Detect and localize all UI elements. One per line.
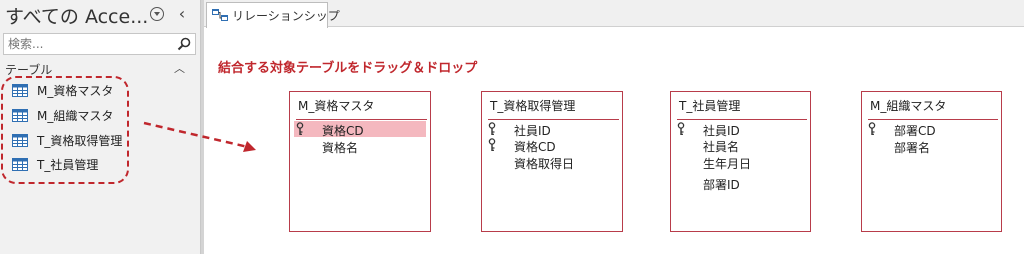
table-box-divider — [868, 119, 998, 120]
relationships-icon — [212, 9, 228, 21]
table-field-department-id[interactable]: 部署ID — [675, 175, 806, 192]
table-field-name: 社員名 — [703, 140, 740, 154]
table-field-name: 部署名 — [894, 141, 931, 155]
annotation-dashed-highlight — [1, 76, 129, 184]
table-box-divider — [488, 119, 619, 120]
key-icon — [488, 138, 496, 151]
tab-relationships[interactable]: リレーションシップ — [206, 2, 340, 28]
table-field-acquisition-date[interactable]: 資格取得日 — [486, 154, 618, 171]
search-box[interactable] — [3, 33, 196, 55]
table-field-birth-date[interactable]: 生年月日 — [675, 154, 806, 171]
tab-label: リレーションシップ — [232, 9, 340, 23]
table-field-name: 生年月日 — [703, 157, 752, 171]
table-field-qualification-name[interactable]: 資格名 — [294, 138, 426, 155]
drag-arrow-annotation — [143, 121, 256, 152]
table-box-m-organization-master[interactable]: M_組織マスタ 部署CD 部署名 — [861, 91, 1002, 232]
table-field-employee-id[interactable]: 社員ID — [486, 121, 618, 138]
document-tab-strip: リレーションシップ — [204, 0, 1024, 28]
table-field-department-cd[interactable]: 部署CD — [866, 121, 997, 138]
table-box-title: T_社員管理 — [679, 99, 741, 113]
table-field-name: 資格取得日 — [514, 157, 575, 171]
table-field-name: 部署ID — [703, 178, 740, 192]
chevron-up-icon[interactable]: ︿ — [174, 60, 185, 76]
key-icon — [677, 122, 685, 135]
instruction-annotation: 結合する対象テーブルをドラッグ＆ドロップ — [218, 61, 478, 76]
key-icon — [488, 122, 496, 135]
table-field-qualification-cd[interactable]: 資格CD — [294, 121, 426, 138]
search-icon[interactable] — [177, 37, 191, 51]
nav-pane-title[interactable]: すべての Acce... — [5, 2, 153, 29]
table-box-t-qualification-acquisition[interactable]: T_資格取得管理 社員ID 資格CD 資格取得日 — [481, 91, 623, 232]
table-box-t-employee-management[interactable]: T_社員管理 社員ID 社員名 生年月日 部署ID — [670, 91, 811, 232]
table-box-divider — [296, 119, 427, 120]
table-field-name: 資格CD — [514, 140, 556, 154]
table-box-title: M_資格マスタ — [298, 99, 375, 113]
key-icon — [296, 122, 304, 135]
table-box-title: M_組織マスタ — [870, 99, 947, 113]
table-field-employee-name[interactable]: 社員名 — [675, 137, 806, 154]
key-icon — [868, 122, 876, 135]
table-field-name: 部署CD — [894, 124, 936, 138]
table-box-title: T_資格取得管理 — [490, 99, 576, 113]
table-field-name: 資格名 — [322, 141, 359, 155]
circle-chevron-down-icon[interactable] — [150, 7, 164, 21]
table-box-divider — [677, 119, 807, 120]
search-input[interactable] — [8, 36, 168, 52]
tables-group-header[interactable]: テーブル ︿ — [0, 60, 200, 77]
table-field-qualification-cd[interactable]: 資格CD — [486, 137, 618, 154]
table-field-employee-id[interactable]: 社員ID — [675, 121, 806, 138]
chevron-left-icon[interactable]: ‹ — [172, 2, 192, 26]
table-field-department-name[interactable]: 部署名 — [866, 138, 997, 155]
table-field-name: 資格CD — [322, 124, 364, 138]
document-area: リレーションシップ 結合する対象テーブルをドラッグ＆ドロップ M_資格マスタ 資… — [204, 0, 1024, 254]
table-box-m-qualification-master[interactable]: M_資格マスタ 資格CD 資格名 — [289, 91, 431, 232]
